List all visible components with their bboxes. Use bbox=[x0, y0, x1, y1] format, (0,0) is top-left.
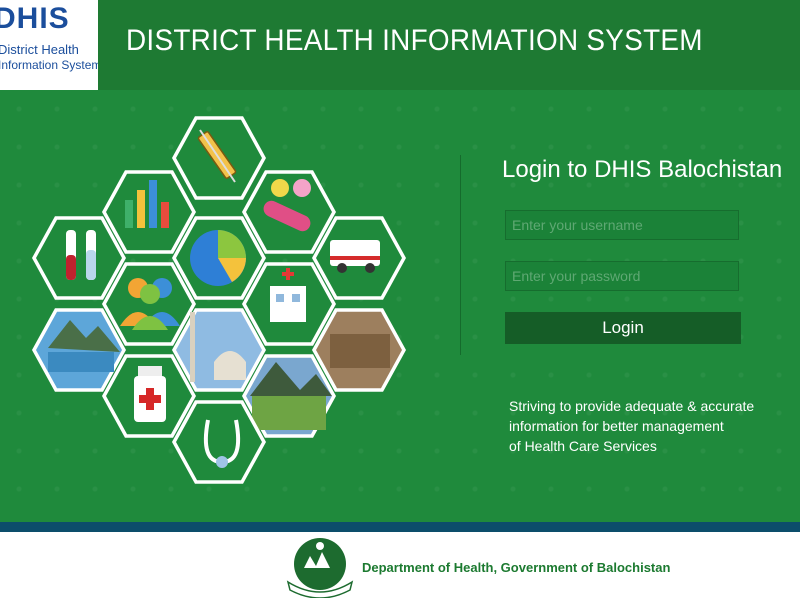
main-panel bbox=[0, 90, 800, 522]
username-input[interactable] bbox=[505, 210, 739, 240]
hexagon-collage bbox=[32, 116, 406, 484]
footer-stripe bbox=[0, 522, 800, 532]
tagline-line3: of Health Care Services bbox=[509, 438, 657, 454]
fort-icon bbox=[312, 308, 406, 392]
test-tubes-icon bbox=[32, 216, 126, 300]
footer: Department of Health, Government of Balo… bbox=[0, 532, 800, 600]
people-icon bbox=[102, 262, 196, 346]
header-bar: DHIS District Health Information System … bbox=[0, 0, 800, 112]
logo-text: DHIS bbox=[0, 2, 70, 35]
pie-chart-icon bbox=[172, 216, 266, 300]
balochistan-emblem-icon bbox=[286, 538, 354, 598]
stethoscope-icon bbox=[172, 400, 266, 484]
login-title: Login to DHIS Balochistan bbox=[502, 156, 783, 183]
bar-chart-icon bbox=[102, 170, 196, 254]
vertical-divider bbox=[460, 155, 461, 355]
tagline: Striving to provide adequate & accurate … bbox=[509, 396, 754, 456]
footer-department-text: Department of Health, Government of Balo… bbox=[362, 560, 671, 575]
login-button[interactable]: Login bbox=[505, 312, 741, 344]
syringe-icon bbox=[172, 116, 266, 200]
mountain-lake-icon bbox=[32, 308, 126, 392]
medicine-bottle-icon bbox=[102, 354, 196, 438]
pills-icon bbox=[242, 170, 336, 254]
logo-line1: District Health bbox=[0, 42, 79, 57]
logo-line2: Information System bbox=[0, 58, 102, 72]
tagline-line1: Striving to provide adequate & accurate bbox=[509, 398, 755, 414]
password-input[interactable] bbox=[505, 261, 739, 291]
hospital-icon bbox=[242, 262, 336, 346]
mosque-icon bbox=[172, 308, 266, 392]
valley-icon bbox=[242, 354, 336, 438]
ambulance-icon bbox=[312, 216, 406, 300]
app-title: DISTRICT HEALTH INFORMATION SYSTEM bbox=[126, 24, 703, 57]
tagline-line2: information for better management bbox=[509, 418, 724, 434]
